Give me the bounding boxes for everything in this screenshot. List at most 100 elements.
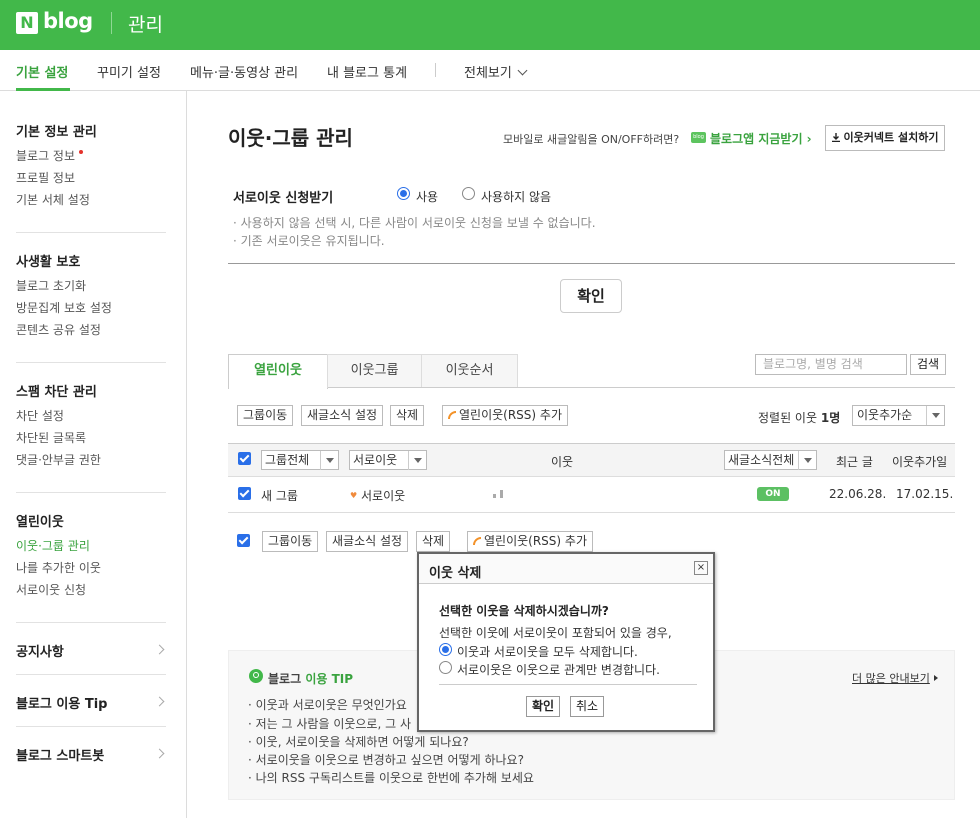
sidebar-link-blog-tip[interactable]: 블로그 이용 Tip <box>16 693 107 712</box>
blog-logo[interactable]: blog <box>43 9 93 33</box>
mutual-filter-select[interactable]: 서로이웃 <box>349 450 427 470</box>
dialog-text: 선택한 이웃에 서로이웃이 포함되어 있을 경우, <box>439 626 672 640</box>
chevron-right-icon: › <box>802 132 812 146</box>
tab-neighbor-groups[interactable]: 이웃그룹 <box>327 354 422 388</box>
nav-menu-post-video[interactable]: 메뉴·글·동영상 관리 <box>190 62 298 81</box>
sidebar-item-visit-protect[interactable]: 방문집계 보호 설정 <box>16 299 112 316</box>
tip-more-link[interactable]: 더 많은 안내보기 <box>852 670 938 686</box>
dialog-ok-button[interactable]: 확인 <box>526 696 561 717</box>
location-pin-icon <box>249 669 263 683</box>
sidebar-title-basic-info: 기본 정보 관리 <box>16 125 97 140</box>
sidebar-divider <box>16 726 166 727</box>
sort-prefix: 정렬된 이웃 <box>758 411 818 425</box>
news-setting-button-bottom[interactable]: 새글소식 설정 <box>326 531 409 552</box>
sidebar-link-smartbot[interactable]: 블로그 스마트봇 <box>16 745 104 764</box>
sidebar-item-content-share[interactable]: 콘텐츠 공유 설정 <box>16 321 101 338</box>
group-move-button[interactable]: 그룹이동 <box>237 405 294 426</box>
delete-neighbor-dialog: 이웃 삭제 × 선택한 이웃을 삭제하시겠습니까? 선택한 이웃에 서로이웃이 … <box>417 552 715 732</box>
group-filter-select[interactable]: 그룹전체 <box>261 450 339 470</box>
sidebar-title-spam: 스팸 차단 관리 <box>16 385 97 400</box>
blog-app-link[interactable]: 블로그앱 지금받기 › <box>710 130 812 147</box>
radio-not-use-label: 사용하지 않음 <box>481 190 552 204</box>
tab-open-neighbors[interactable]: 열린이웃 <box>228 354 328 389</box>
chevron-down-icon <box>517 65 528 76</box>
sidebar-item-blocked-posts[interactable]: 차단된 글목록 <box>16 429 86 446</box>
section-divider <box>228 263 955 264</box>
delete-button[interactable]: 삭제 <box>390 405 425 426</box>
sidebar-divider <box>16 492 166 493</box>
radio-delete-all[interactable] <box>439 643 452 656</box>
tip-item[interactable]: · 나의 RSS 구독리스트를 이웃으로 한번에 추가해 보세요 <box>248 769 534 786</box>
nav-basic-settings[interactable]: 기본 설정 <box>16 62 68 81</box>
delete-button-bottom[interactable]: 삭제 <box>416 531 451 552</box>
setting-description: · 사용하지 않음 선택 시, 다른 사람이 서로이웃 신청을 보낼 수 없습니… <box>233 216 596 230</box>
nav-decorate-settings[interactable]: 꾸미기 설정 <box>97 62 161 81</box>
row-recent-post: 22.06.28. <box>829 487 887 501</box>
dialog-header: 이웃 삭제 × <box>419 554 713 584</box>
sidebar-item-comment-permission[interactable]: 댓글·안부글 권한 <box>16 451 101 468</box>
tab-neighbor-order[interactable]: 이웃순서 <box>421 354 518 388</box>
dialog-cancel-button[interactable]: 취소 <box>570 696 605 717</box>
sort-count: 1명 <box>820 411 841 425</box>
sidebar-item-basic-font[interactable]: 기본 서체 설정 <box>16 191 90 208</box>
setting-description: · 기존 서로이웃은 유지됩니다. <box>233 234 385 248</box>
news-filter-select[interactable]: 새글소식전체 <box>724 450 817 470</box>
triangle-right-icon <box>933 675 938 681</box>
sidebar-item-added-me[interactable]: 나를 추가한 이웃 <box>16 559 101 576</box>
sidebar-link-notice[interactable]: 공지사항 <box>16 641 64 660</box>
sidebar-item-label: 블로그 정보 <box>16 149 76 163</box>
rss-icon <box>448 411 456 419</box>
radio-change-relation-label: 서로이웃은 이웃으로 관계만 변경합니다. <box>457 663 660 677</box>
page-title: 이웃·그룹 관리 <box>228 126 353 150</box>
tabs-underline <box>328 387 955 388</box>
radio-change-relation[interactable] <box>439 661 452 674</box>
group-move-button-bottom[interactable]: 그룹이동 <box>262 531 319 552</box>
nav-blog-stats[interactable]: 내 블로그 통계 <box>327 62 407 81</box>
rss-add-button[interactable]: 열린이웃(RSS) 추가 <box>442 405 568 426</box>
row-checkbox[interactable] <box>238 487 251 500</box>
sidebar-item-blog-info[interactable]: 블로그 정보 <box>16 147 84 164</box>
news-setting-button[interactable]: 새글소식 설정 <box>301 405 384 426</box>
radio-use[interactable] <box>397 187 410 200</box>
rss-add-label: 열린이웃(RSS) 추가 <box>484 534 587 548</box>
sidebar-divider <box>16 232 166 233</box>
sort-select[interactable]: 이웃추가순 <box>852 405 945 426</box>
news-on-toggle[interactable]: ON <box>757 487 789 501</box>
sidebar-item-neighbor-group[interactable]: 이웃·그룹 관리 <box>16 537 90 554</box>
rss-add-button-bottom[interactable]: 열린이웃(RSS) 추가 <box>467 531 593 552</box>
nav-divider <box>435 63 436 77</box>
sort-select-value: 이웃추가순 <box>857 408 913 422</box>
install-connect-button[interactable]: 이웃커넥트 설치하기 <box>825 125 945 151</box>
dialog-question: 선택한 이웃을 삭제하시겠습니까? <box>439 604 609 618</box>
group-filter-value: 그룹전체 <box>265 453 310 467</box>
sidebar-item-profile-info[interactable]: 프로필 정보 <box>16 169 75 186</box>
sidebar-item-blog-reset[interactable]: 블로그 초기화 <box>16 277 86 294</box>
dropdown-arrow-icon <box>926 406 944 425</box>
dropdown-arrow-icon <box>320 451 338 470</box>
close-icon[interactable]: × <box>694 561 708 575</box>
tip-item[interactable]: · 저는 그 사람을 이웃으로, 그 사 <box>248 715 411 732</box>
tip-item[interactable]: · 이웃, 서로이웃을 삭제하면 어떻게 되나요? <box>248 733 469 750</box>
naver-logo[interactable]: N <box>16 12 38 34</box>
tip-item[interactable]: · 서로이웃을 이웃으로 변경하고 싶으면 어떻게 하나요? <box>248 751 524 768</box>
rss-icon <box>473 537 481 545</box>
radio-not-use[interactable] <box>462 187 475 200</box>
tip-item[interactable]: · 이웃과 서로이웃은 무엇인가요 <box>248 696 407 713</box>
neighbor-bar-icon <box>493 490 503 498</box>
sidebar-item-mutual-request[interactable]: 서로이웃 신청 <box>16 581 86 598</box>
tip-more-label: 더 많은 안내보기 <box>852 672 930 685</box>
dropdown-arrow-icon <box>798 451 816 470</box>
app-prompt-text: 모바일로 새글알림을 ON/OFF하려면? <box>503 133 680 146</box>
sidebar-item-block-settings[interactable]: 차단 설정 <box>16 407 64 424</box>
logo-divider <box>111 12 112 34</box>
confirm-button[interactable]: 확인 <box>560 279 622 313</box>
neighbor-search-input[interactable]: 블로그명, 별명 검색 <box>755 354 907 375</box>
select-all-checkbox-bottom[interactable] <box>237 534 250 547</box>
rss-add-label: 열린이웃(RSS) 추가 <box>459 408 562 422</box>
nav-view-all-label: 전체보기 <box>464 66 512 81</box>
search-button[interactable]: 검색 <box>910 354 946 375</box>
select-all-checkbox[interactable] <box>238 452 251 465</box>
nav-view-all[interactable]: 전체보기 <box>464 62 528 81</box>
row-divider <box>228 512 955 513</box>
install-connect-label: 이웃커넥트 설치하기 <box>843 131 939 144</box>
